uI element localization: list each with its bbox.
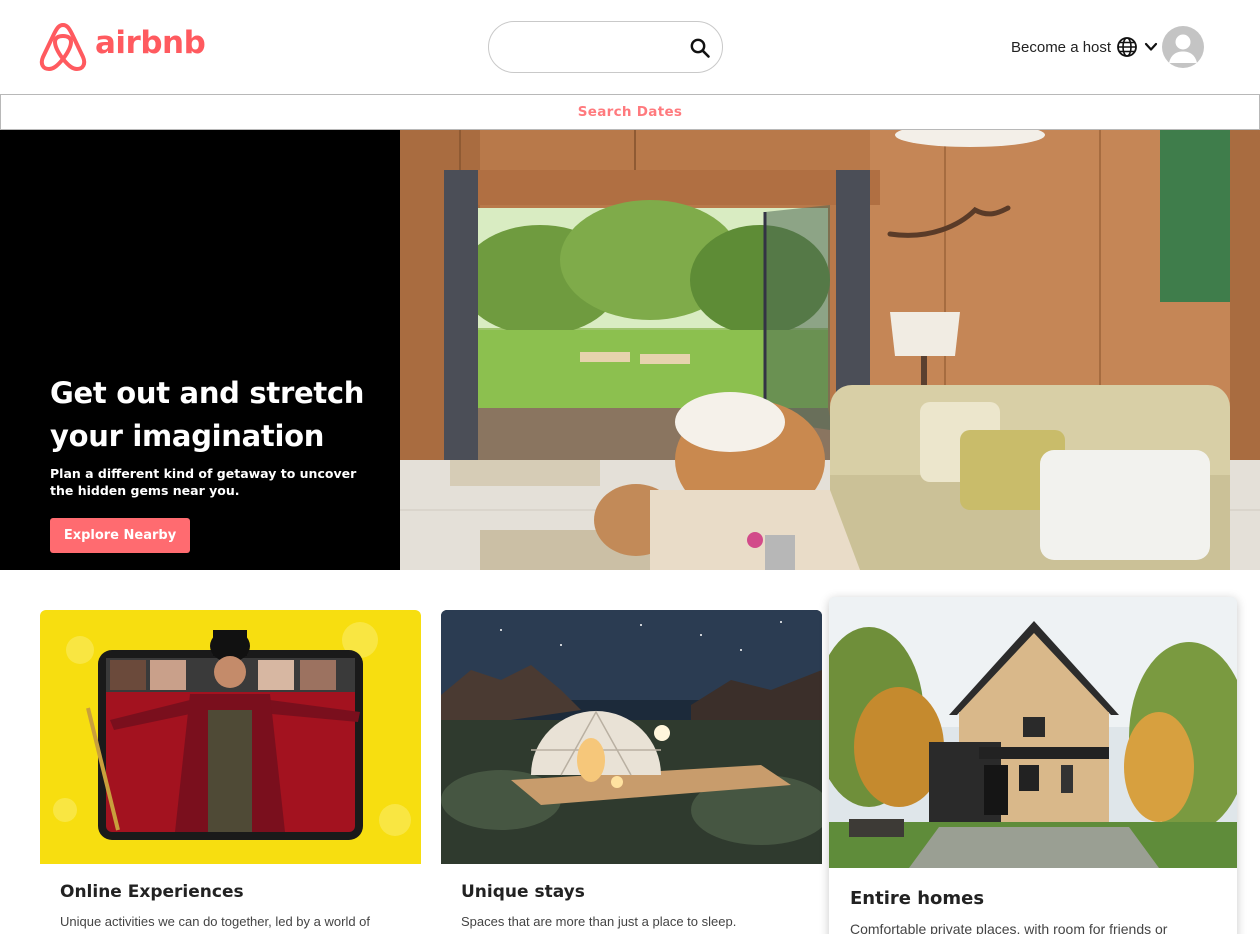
globe-icon[interactable] [1116, 36, 1138, 58]
user-avatar-icon [1169, 34, 1197, 63]
site-header: airbnb Become a host [0, 0, 1260, 94]
hero-title: Get out and stretch your imagination [50, 376, 365, 453]
entire-homes-image [829, 597, 1237, 868]
search-input[interactable] [509, 35, 679, 61]
card-entire-homes[interactable]: Entire homes Comfortable private places,… [829, 597, 1237, 934]
search-bar[interactable] [488, 21, 723, 73]
card-title: Unique stays [461, 882, 585, 902]
search-icon[interactable] [689, 37, 711, 59]
hero-subtitle: Plan a different kind of getaway to unco… [50, 466, 357, 498]
card-description: Unique activities we can do together, le… [60, 914, 371, 929]
card-title: Entire homes [850, 888, 985, 909]
hero-text-block: Get out and stretch your imagination Pla… [50, 372, 380, 499]
logo-text: airbnb [95, 25, 206, 61]
airbnb-logo-icon [39, 23, 87, 71]
card-title: Online Experiences [60, 882, 244, 902]
search-dates-button[interactable]: Search Dates [0, 94, 1260, 130]
explore-nearby-button[interactable]: Explore Nearby [50, 518, 190, 553]
card-unique-stays[interactable]: Unique stays Spaces that are more than j… [441, 610, 822, 934]
hero-section: Get out and stretch your imagination Pla… [0, 130, 1260, 570]
chevron-down-icon[interactable] [1143, 39, 1159, 55]
card-description: Spaces that are more than just a place t… [461, 914, 737, 929]
hero-image-cabin-interior [400, 130, 1260, 570]
online-experiences-image [40, 610, 421, 864]
card-online-experiences[interactable]: Online Experiences Unique activities we … [40, 610, 421, 934]
card-description: Comfortable private places, with room fo… [850, 921, 1168, 934]
airbnb-logo[interactable]: airbnb [38, 18, 208, 74]
user-avatar[interactable] [1162, 26, 1204, 68]
become-a-host-link[interactable]: Become a host [1011, 39, 1111, 56]
unique-stays-image [441, 610, 822, 864]
